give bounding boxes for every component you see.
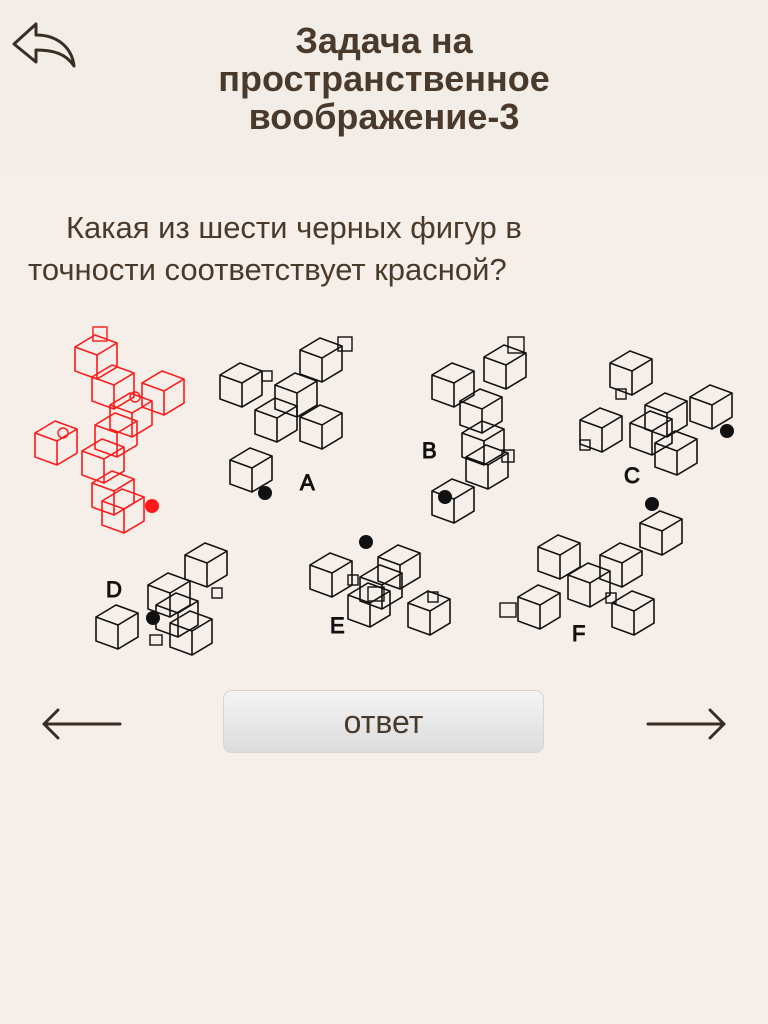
back-arrow-icon [12, 22, 76, 68]
page-title: Задача на пространственное воображение-3 [218, 20, 550, 137]
option-e-label: E [330, 613, 345, 638]
option-b-figure[interactable]: B [422, 336, 527, 524]
back-button[interactable] [10, 18, 80, 74]
reference-figure [34, 326, 185, 534]
option-f-label: F [572, 621, 585, 646]
header: Задача на пространственное воображение-3 [0, 0, 768, 170]
option-d-label: D [106, 577, 122, 602]
option-a-label: A [300, 470, 315, 495]
option-f-figure[interactable]: F [499, 497, 683, 647]
option-d-figure[interactable]: D [95, 542, 228, 656]
answer-button[interactable]: ответ [223, 690, 544, 753]
next-button[interactable] [644, 700, 730, 748]
arrow-right-icon [646, 708, 726, 740]
option-c-figure[interactable]: C [579, 350, 734, 489]
figures-panel: A B C D E F [0, 305, 768, 675]
arrow-left-icon [42, 708, 122, 740]
option-e-figure[interactable]: E [309, 535, 451, 639]
option-a-figure[interactable]: A [219, 336, 353, 500]
option-b-label: B [422, 438, 437, 463]
option-c-label: C [624, 463, 640, 488]
prev-button[interactable] [38, 700, 124, 748]
question-text: Какая из шести черных фигур в точности с… [28, 210, 522, 287]
